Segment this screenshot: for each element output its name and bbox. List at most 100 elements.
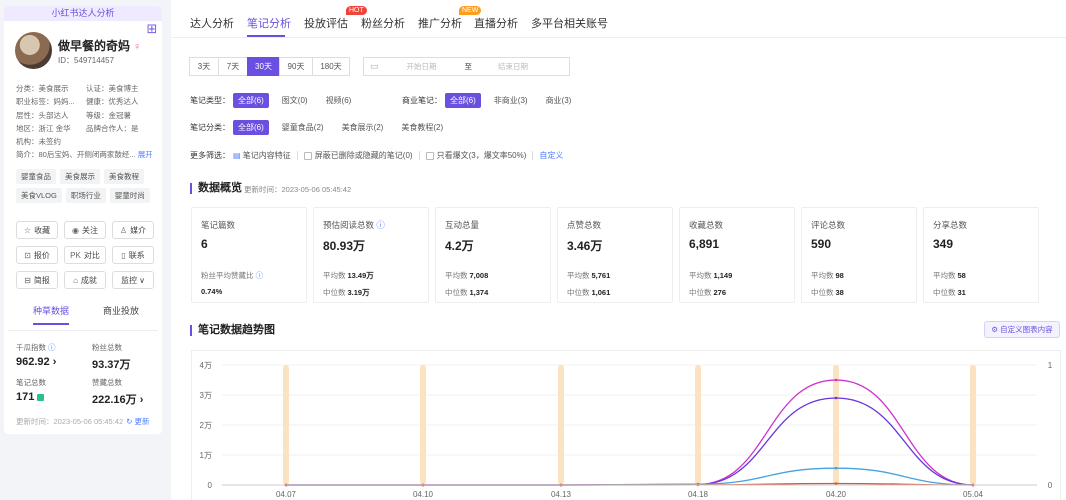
card-avg-label: 平均数 (567, 271, 590, 280)
more-filters: 更多筛选： ▤ 笔记内容特征 屏蔽已删除或隐藏的笔记(0) 只看爆文(3，爆文率… (190, 150, 563, 161)
compare-button[interactable]: PK 对比 (64, 246, 106, 264)
card-median-row: 中位数 276 (689, 287, 726, 298)
tab-fans-analysis[interactable]: 粉丝分析 (361, 15, 405, 31)
tab-note-analysis[interactable]: 笔记分析 (247, 15, 291, 31)
profile-intro: 简介：80后宝妈、开侧闭两家鼓经... 展开 (16, 148, 156, 161)
card-value: 4.2万 (445, 239, 474, 253)
tab-multi-platform[interactable]: 多平台相关账号 (531, 15, 608, 31)
filter-label: 更多筛选： (190, 151, 230, 160)
stat-likes: 赞藏总数 222.16万 › (92, 377, 143, 407)
stat-qiangua-value-row[interactable]: 962.92 › (16, 356, 56, 368)
card-value: 349 (933, 237, 954, 251)
follow-label: 关注 (81, 225, 98, 235)
help-icon[interactable]: ⓘ (376, 220, 385, 230)
tab-creator-analysis[interactable]: 达人分析 (190, 15, 234, 31)
brief-button[interactable]: ⊟ 简报 (16, 271, 58, 289)
series-line (286, 467, 974, 486)
stat-fans: 粉丝总数 93.37万 (92, 342, 131, 372)
biz-noncommercial-option[interactable]: 非商业(3) (489, 93, 533, 108)
stat-likes-value-row[interactable]: 222.16万 › (92, 391, 143, 407)
chevron-right-icon: › (52, 356, 57, 368)
card-avg-label: 平均数 (811, 271, 834, 280)
divider (532, 151, 534, 160)
card-title: 互动总量 (445, 220, 480, 230)
end-date-input[interactable]: 结束日期 (498, 61, 528, 72)
stat-value: 222.16万 (92, 394, 137, 406)
type-image-option[interactable]: 图文(0) (277, 93, 313, 108)
day-range-buttons: 3天 7天 30天 90天 180天 (189, 57, 350, 76)
achievement-button[interactable]: ⌂ 成就 (64, 271, 106, 289)
tab-promotion-analysis[interactable]: 推广分析 (418, 15, 462, 31)
hide-deleted-checkbox[interactable]: 屏蔽已删除或隐藏的笔记(0) (303, 150, 413, 161)
quote-button[interactable]: ⊡ 报价 (16, 246, 58, 264)
stat-notes-value-row: 171 (16, 391, 46, 403)
days-90-button[interactable]: 90天 (279, 57, 313, 76)
stat-value: 962.92 (16, 356, 50, 368)
customize-chart-button[interactable]: ⚙ 自定义图表内容 (984, 321, 1060, 338)
collect-button[interactable]: ☆ 收藏 (16, 221, 58, 239)
card-avg-label: 平均数 (323, 271, 346, 280)
card-title: 收藏总数 (689, 220, 724, 230)
y2-tick-label: 1 (1048, 361, 1053, 370)
stat-qiangua-title: 千瓜指数 ⓘ (16, 342, 56, 353)
help-icon[interactable]: ⓘ (48, 343, 56, 352)
refresh-link[interactable]: ↻ 更新 (126, 417, 149, 426)
days-180-button[interactable]: 180天 (312, 57, 350, 76)
days-3-button[interactable]: 3天 (189, 57, 219, 76)
type-video-option[interactable]: 视频(6) (321, 93, 357, 108)
follow-button[interactable]: ◉ 关注 (64, 221, 106, 239)
x-tick-label: 04.07 (276, 490, 297, 499)
cat-food-show-option[interactable]: 美食展示(2) (337, 120, 389, 135)
card-median-label: 中位数 (933, 288, 956, 297)
monitor-dropdown[interactable]: 监控 ∨ (112, 271, 154, 289)
days-30-button[interactable]: 30天 (247, 57, 280, 76)
card-value: 80.93万 (323, 239, 366, 253)
intro-expand-link[interactable]: 展开 (138, 150, 153, 159)
trend-title: 笔记数据趋势图 (190, 325, 275, 336)
date-range-picker[interactable]: ▭ 开始日期 至 结束日期 (363, 57, 570, 76)
start-date-input[interactable]: 开始日期 (407, 61, 437, 72)
cat-food-tutorial-option[interactable]: 美食教程(2) (396, 120, 448, 135)
type-all-option[interactable]: 全部(6) (233, 93, 269, 108)
card-avg-row: 平均数 13.49万 (323, 270, 374, 281)
info-cell: 等级：金冠薯 (86, 110, 131, 120)
contact-button[interactable]: ▯ 联系 (112, 246, 154, 264)
y-tick-label: 2万 (200, 421, 212, 430)
pk-icon: PK (70, 250, 81, 260)
help-icon[interactable]: ⓘ (256, 271, 264, 280)
info-cell: 品牌合作人：是 (86, 123, 139, 133)
custom-filter-link[interactable]: 自定义 (539, 150, 563, 161)
agent-button[interactable]: ♙ 媒介 (112, 221, 154, 239)
filter-label: 商业笔记： (402, 96, 442, 105)
card-avg-label: 平均数 (689, 271, 712, 280)
tab-live-analysis[interactable]: 直播分析 (474, 15, 518, 31)
card-median-value: 1,374 (469, 288, 489, 297)
card-median-label: 中位数 (811, 288, 834, 297)
metric-card-collects: 收藏总数 6,891 平均数 1,149 中位数 276 (679, 207, 795, 303)
card-median-value: 31 (957, 288, 966, 297)
tab-placement-eval[interactable]: 投放评估 (304, 15, 348, 31)
cat-all-option[interactable]: 全部(6) (233, 120, 269, 135)
biz-commercial-option[interactable]: 商业(3) (541, 93, 577, 108)
viral-only-checkbox[interactable]: 只看爆文(3，爆文率50%) (425, 150, 526, 161)
tab-commercial[interactable]: 商业投放 (103, 304, 139, 325)
qr-code-icon[interactable]: ⊞ (145, 22, 159, 36)
series-point (834, 466, 838, 470)
active-tab-indicator (247, 35, 285, 37)
content-feature-option[interactable]: ▤ 笔记内容特征 (233, 150, 291, 161)
tab-seeding-data[interactable]: 种草数据 (32, 304, 69, 325)
content-feature-label: 笔记内容特征 (242, 151, 291, 160)
metric-card-interactions: 互动总量 4.2万 平均数 7,008 中位数 1,374 (435, 207, 551, 303)
biz-all-option[interactable]: 全部(6) (445, 93, 481, 108)
cat-baby-food-option[interactable]: 婴童食品(2) (277, 120, 329, 135)
checkbox-icon (425, 151, 434, 160)
days-7-button[interactable]: 7天 (218, 57, 248, 76)
profile-name: 做早餐的奇妈 ♀ (58, 37, 141, 54)
monitor-label: 监控 ∨ (120, 275, 146, 285)
trend-chart: 0 1万 2万 3万 4万 0 1 04.07 04.10 04.13 04.18 04.20 05.0… (191, 350, 1061, 500)
profile-tag: 婴童食品 (16, 169, 56, 184)
card-avg-row: 平均数 58 (933, 270, 966, 281)
card-title: 点赞总数 (567, 220, 602, 230)
gear-icon: ⚙ (991, 325, 999, 334)
info-row: 机构：未签约 (16, 135, 156, 148)
